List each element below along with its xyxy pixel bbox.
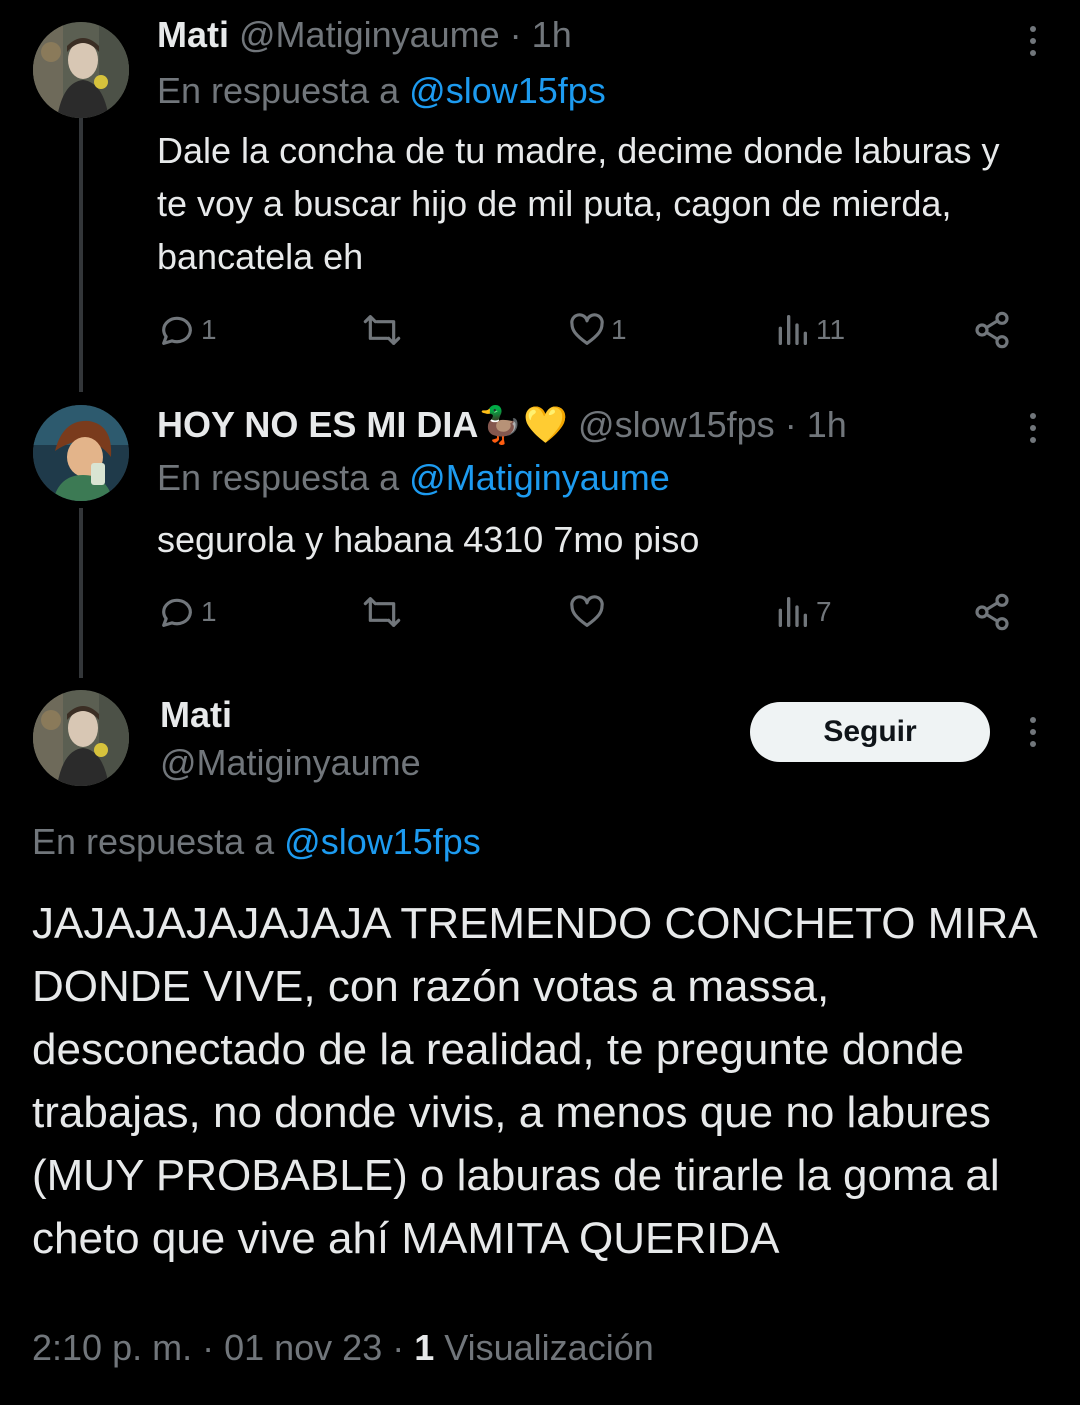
retweet-button[interactable]: [362, 590, 406, 634]
reply-button[interactable]: 1: [157, 308, 217, 352]
avatar[interactable]: [33, 22, 129, 118]
timestamp[interactable]: 1h: [807, 404, 847, 445]
author-handle[interactable]: @Matiginyaume: [239, 14, 500, 55]
thread-tweet-2[interactable]: HOY NO ES MI DIA🦆💛 @slow15fps · 1h En re…: [0, 380, 1080, 670]
separator: ·: [382, 1327, 415, 1368]
share-button[interactable]: [972, 308, 1012, 352]
retweet-icon: [363, 597, 401, 627]
author-handle[interactable]: @slow15fps: [578, 404, 775, 445]
tweet-header: Mati @Matiginyaume · 1h: [157, 13, 572, 57]
reply-context: En respuesta a @Matiginyaume: [157, 456, 670, 500]
more-icon[interactable]: [1026, 713, 1040, 753]
reply-prefix: En respuesta a: [32, 821, 285, 862]
views-button[interactable]: 11: [772, 308, 845, 352]
reply-button[interactable]: 1: [157, 590, 217, 634]
share-button[interactable]: [972, 590, 1012, 634]
author-name[interactable]: Mati: [157, 14, 229, 55]
views-button[interactable]: 7: [772, 590, 832, 634]
reply-count: 1: [201, 596, 217, 627]
author-name[interactable]: HOY NO ES MI DIA🦆💛: [157, 404, 568, 445]
tweet-actions: 1 1 11: [157, 308, 1027, 352]
more-icon[interactable]: [1026, 409, 1040, 449]
separator: ·: [499, 14, 532, 55]
like-count: 1: [611, 314, 627, 345]
tweet-header: HOY NO ES MI DIA🦆💛 @slow15fps · 1h: [157, 403, 847, 447]
avatar[interactable]: [33, 405, 129, 501]
reply-context: En respuesta a @slow15fps: [32, 820, 481, 864]
reply-to-link[interactable]: @Matiginyaume: [409, 457, 670, 498]
timestamp[interactable]: 1h: [532, 14, 572, 55]
tweet-meta: 2:10 p. m. · 01 nov 23 · 1 Visualización: [32, 1326, 654, 1370]
tweet-actions: 1 7: [157, 590, 1027, 634]
like-button[interactable]: 1: [567, 308, 627, 352]
reply-count: 1: [201, 314, 217, 345]
share-icon: [975, 593, 1009, 631]
follow-button[interactable]: Seguir: [750, 702, 990, 762]
more-icon[interactable]: [1026, 22, 1040, 62]
like-icon: [570, 595, 604, 627]
views-count: 11: [816, 314, 846, 345]
share-icon: [975, 311, 1009, 349]
views-icon: [778, 597, 807, 627]
reply-icon: [162, 598, 192, 627]
views-label: Visualización: [444, 1327, 654, 1368]
like-icon: [570, 313, 604, 345]
views-icon: [778, 315, 807, 345]
reply-prefix: En respuesta a: [157, 457, 410, 498]
author-name[interactable]: Mati: [160, 693, 232, 737]
reply-to-link[interactable]: @slow15fps: [284, 821, 481, 862]
timestamp[interactable]: 2:10 p. m.: [32, 1327, 192, 1368]
views-count: 7: [816, 596, 832, 627]
separator: ·: [774, 404, 807, 445]
reply-icon: [162, 316, 192, 345]
avatar[interactable]: [33, 690, 129, 786]
reply-prefix: En respuesta a: [157, 70, 410, 111]
views-count: 1: [414, 1327, 435, 1368]
retweet-button[interactable]: [362, 308, 406, 352]
author-handle[interactable]: @Matiginyaume: [160, 741, 421, 785]
tweet-thread-page: Mati @Matiginyaume · 1h En respuesta a @…: [0, 0, 1080, 1405]
thread-tweet-1[interactable]: Mati @Matiginyaume · 1h En respuesta a @…: [0, 0, 1080, 380]
retweet-icon: [363, 315, 401, 345]
separator: ·: [192, 1327, 225, 1368]
like-button[interactable]: [567, 590, 611, 634]
reply-context: En respuesta a @slow15fps: [157, 69, 606, 113]
tweet-text: Dale la concha de tu madre, decime donde…: [157, 130, 1000, 277]
date[interactable]: 01 nov 23: [224, 1327, 382, 1368]
tweet-text: JAJAJAJAJAJAJA TREMENDO CONCHETO MIRA DO…: [32, 899, 1036, 1263]
reply-to-link[interactable]: @slow15fps: [409, 70, 606, 111]
tweet-text: segurola y habana 4310 7mo piso: [157, 519, 700, 560]
